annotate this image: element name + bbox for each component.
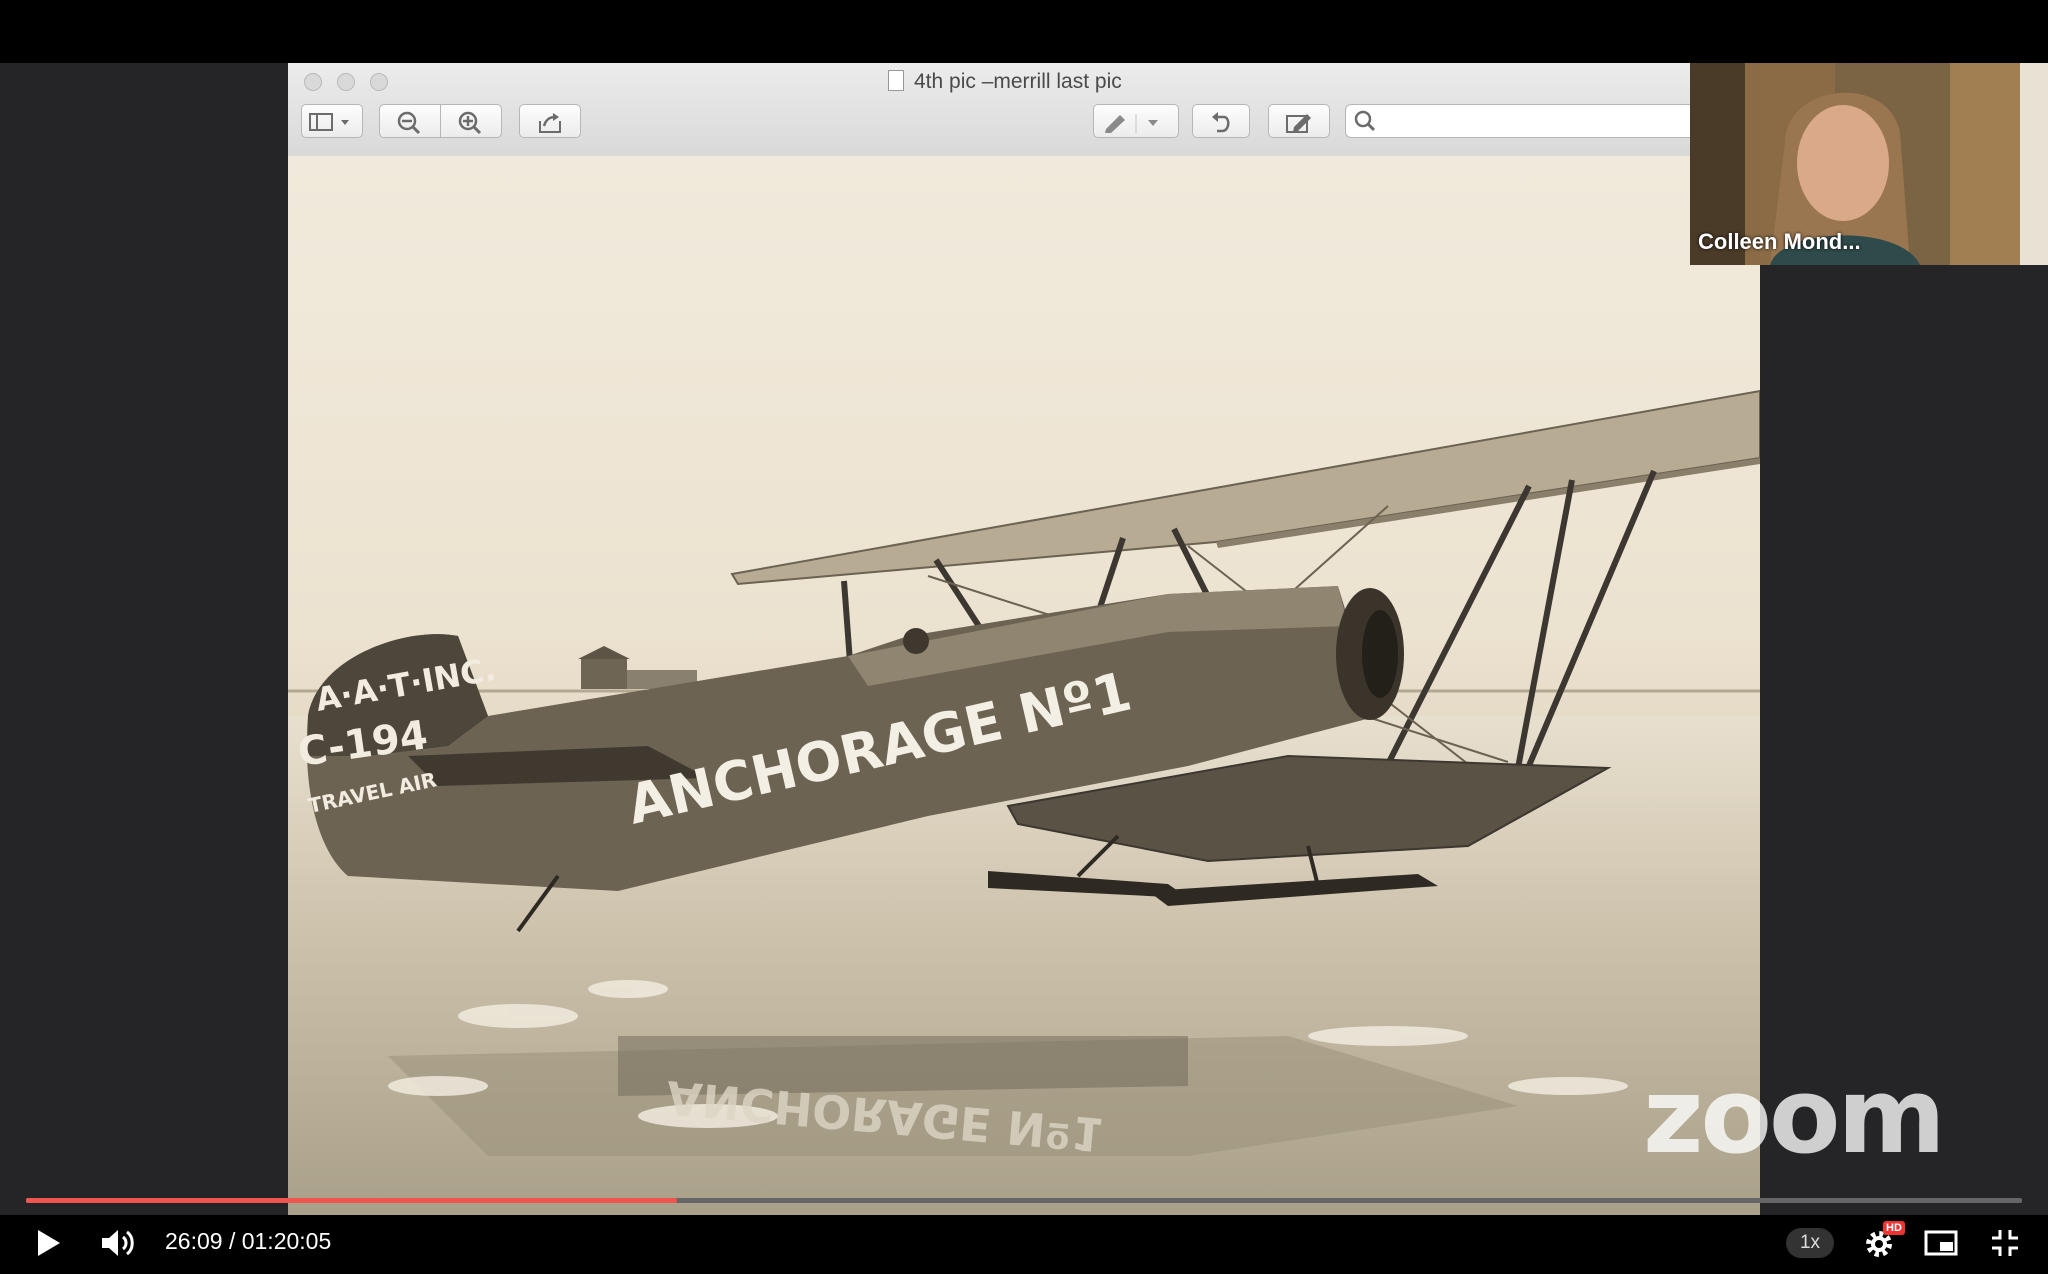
play-button[interactable] — [34, 1228, 64, 1263]
progress-fill — [26, 1198, 677, 1203]
participant-name: Colleen Mond... — [1698, 229, 1861, 254]
share-icon — [539, 113, 561, 133]
close-window-button[interactable] — [304, 73, 322, 91]
picture-in-picture-icon — [1924, 1230, 1958, 1256]
markup-pen-button[interactable] — [1093, 104, 1179, 138]
playback-speed-button[interactable]: 1x — [1786, 1228, 1834, 1258]
share-button[interactable] — [519, 104, 581, 138]
volume-icon — [102, 1230, 134, 1256]
picture-in-picture-button[interactable] — [1924, 1229, 1958, 1262]
participant-video[interactable]: Colleen Mond... — [1690, 63, 2048, 265]
progress-bar[interactable] — [26, 1198, 2022, 1203]
zoom-watermark: zoom — [1643, 1055, 1946, 1177]
exit-fullscreen-icon — [1992, 1230, 2018, 1256]
zoom-in-button[interactable] — [440, 104, 502, 138]
minimize-window-button[interactable] — [337, 73, 355, 91]
top-black-bar — [0, 0, 2048, 63]
rotate-icon — [1212, 112, 1230, 133]
sidebar-icon — [309, 113, 349, 131]
pen-icon — [1105, 114, 1158, 133]
document-icon — [888, 70, 904, 91]
window-title: 4th pic –merrill last pic — [888, 67, 1122, 97]
zoom-window-button[interactable] — [370, 73, 388, 91]
preview-window: 4th pic –merrill last pic A·A·T·INC. C-1… — [288, 63, 1760, 1215]
exit-fullscreen-button[interactable] — [1990, 1228, 2020, 1263]
play-icon — [38, 1230, 60, 1256]
airplane-photo: A·A·T·INC. C-194 TRAVEL AIR ANCHORAGE Nº… — [288, 156, 1760, 1215]
markup-toolbar-button[interactable] — [1268, 104, 1330, 138]
window-titlebar: 4th pic –merrill last pic — [288, 63, 1760, 157]
zoom-in-icon — [458, 111, 482, 135]
search-icon — [1354, 110, 1376, 132]
markup-icon — [1286, 114, 1311, 133]
volume-button[interactable] — [100, 1226, 138, 1265]
time-display: 26:09 / 01:20:05 — [165, 1228, 332, 1254]
zoom-out-button[interactable] — [379, 104, 441, 138]
rotate-button[interactable] — [1192, 104, 1250, 138]
sidebar-toggle-button[interactable] — [301, 104, 363, 138]
hd-badge: HD — [1883, 1221, 1905, 1235]
zoom-out-icon — [397, 111, 421, 135]
